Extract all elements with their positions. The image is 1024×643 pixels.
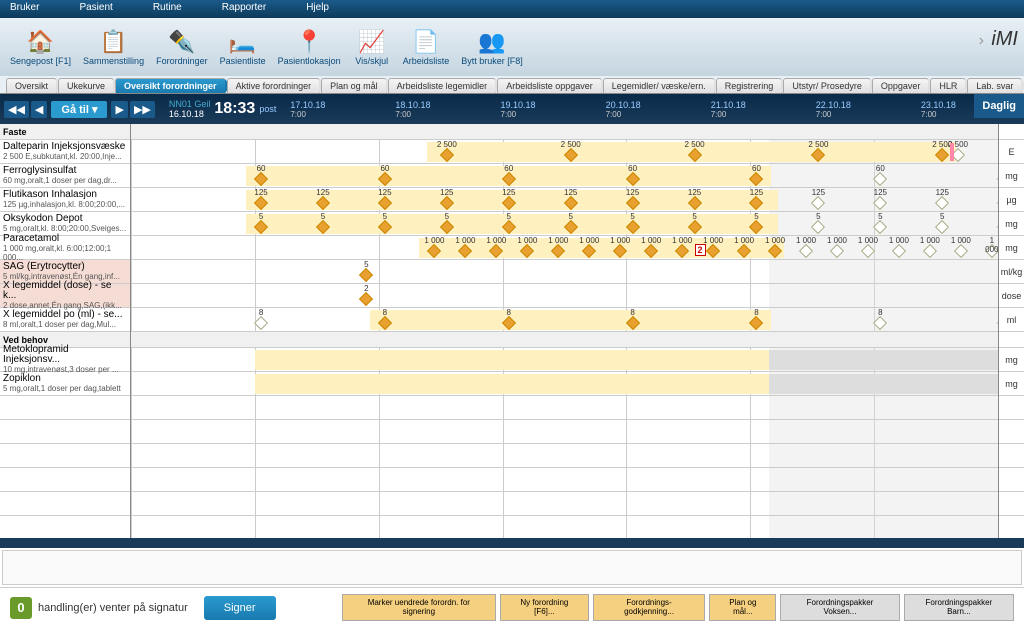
lg-plan[interactable]: Plan og mål... bbox=[709, 594, 776, 622]
med-row[interactable]: Dalteparin Injeksjonsvæske2 500 E,subkut… bbox=[0, 140, 130, 164]
pin-icon: 📍 bbox=[295, 28, 322, 56]
tab-arbeidslistelegemidler[interactable]: Arbeidsliste legemidler bbox=[388, 78, 497, 93]
tab-aktiveforordninger[interactable]: Aktive forordninger bbox=[227, 78, 321, 93]
notes-area[interactable] bbox=[2, 550, 1022, 585]
lg-voksen[interactable]: Forordningspakker Voksen... bbox=[780, 594, 900, 622]
pen-icon: ✒️ bbox=[168, 28, 195, 56]
signature-text: handling(er) venter på signatur bbox=[38, 602, 188, 614]
med-row[interactable]: X legemiddel po (ml) - se...8 ml,oralt,1… bbox=[0, 308, 130, 332]
tb-forordninger[interactable]: ✒️Forordninger bbox=[150, 26, 214, 68]
nav-ffwd[interactable]: ▶▶ bbox=[130, 101, 155, 118]
timeline-row[interactable] bbox=[131, 348, 998, 372]
daglig-tab[interactable]: Daglig bbox=[974, 94, 1024, 118]
unit-cell: E bbox=[999, 140, 1024, 164]
logo-arrow-icon: › bbox=[979, 32, 984, 50]
tab-oversikt[interactable]: Oversikt bbox=[6, 78, 57, 93]
patient-name: NN01 Geil bbox=[169, 99, 211, 109]
timeline-row[interactable]: 8888888 bbox=[131, 308, 998, 332]
unit-cell: mg bbox=[999, 212, 1024, 236]
tab-registrering[interactable]: Registrering bbox=[716, 78, 783, 93]
timeline-column[interactable]: 2 5002 5002 5002 5002 5002 5002 50060606… bbox=[131, 124, 998, 538]
post-label: post bbox=[259, 104, 276, 114]
menu-rutine[interactable]: Rutine bbox=[153, 2, 182, 16]
unit-cell: dose bbox=[999, 284, 1024, 308]
lg-godkj[interactable]: Forordnings-godkjenning... bbox=[593, 594, 706, 622]
tb-pasientlokasjon[interactable]: 📍Pasientlokasjon bbox=[272, 26, 347, 68]
menu-rapporter[interactable]: Rapporter bbox=[222, 2, 266, 16]
tab-planogmaal[interactable]: Plan og mål bbox=[321, 78, 387, 93]
tb-arbeidsliste[interactable]: 📄Arbeidsliste bbox=[397, 26, 456, 68]
med-row[interactable]: Ferroglysinsulfat60 mg,oralt,1 doser per… bbox=[0, 164, 130, 188]
med-row[interactable]: Metoklopramid Injeksjonsv...10 mg,intrav… bbox=[0, 348, 130, 372]
timeline-row[interactable]: 1 0001 0001 0001 0001 0001 0001 0001 000… bbox=[131, 236, 998, 260]
unit-column: Emgµgmgmgml/kgdosemlmgmg bbox=[998, 124, 1024, 538]
unit-cell: mg bbox=[999, 372, 1024, 396]
tb-byttbruker[interactable]: 👥Bytt bruker [F8] bbox=[455, 26, 529, 68]
footer-bar: 0 handling(er) venter på signatur Signer… bbox=[0, 587, 1024, 627]
section-header: Faste bbox=[0, 124, 130, 140]
tb-visskjul[interactable]: 📈Vis/skjul bbox=[347, 26, 397, 68]
app-logo: iMI bbox=[991, 28, 1018, 51]
patient-info: NN01 Geil 16.10.18 bbox=[169, 99, 211, 119]
tb-sammenstilling[interactable]: 📋Sammenstilling bbox=[77, 26, 150, 68]
med-names-column: FasteDalteparin Injeksjonsvæske2 500 E,s… bbox=[0, 124, 131, 538]
signature-count: 0 bbox=[10, 597, 32, 619]
tab-hlr[interactable]: HLR bbox=[930, 78, 966, 93]
med-row[interactable]: Paracetamol1 000 mg,oralt,kl. 6:00;12:00… bbox=[0, 236, 130, 260]
menu-bar: Bruker Pasient Rutine Rapporter Hjelp bbox=[0, 0, 1024, 18]
timeline-row[interactable] bbox=[131, 372, 998, 396]
footer-legend: Marker uendrede forordn. for signering N… bbox=[342, 594, 1014, 622]
tb-pasientliste[interactable]: 🛏️Pasientliste bbox=[214, 26, 272, 68]
goto-button[interactable]: Gå til ▾ bbox=[51, 101, 107, 118]
timeline-row[interactable]: 125125125125125125125125125125125125125 bbox=[131, 188, 998, 212]
clipboard-icon: 📄 bbox=[412, 28, 439, 56]
tab-utstyr[interactable]: Utstyr/ Prosedyre bbox=[783, 78, 871, 93]
bed-icon: 🛏️ bbox=[229, 28, 256, 56]
med-row[interactable]: Flutikason Inhalasjon125 µg,inhalasjon,k… bbox=[0, 188, 130, 212]
timeline-row[interactable]: 2 bbox=[131, 284, 998, 308]
timeline-row[interactable]: 2 5002 5002 5002 5002 5002 5002 500 bbox=[131, 140, 998, 164]
pulse-icon: 📈 bbox=[358, 28, 385, 56]
sign-button[interactable]: Signer bbox=[204, 596, 276, 620]
timeline-row[interactable]: 60606060606060 bbox=[131, 164, 998, 188]
menu-bruker[interactable]: Bruker bbox=[10, 2, 39, 16]
unit-cell: mg bbox=[999, 164, 1024, 188]
nav-fwd[interactable]: ▶ bbox=[111, 101, 127, 118]
toolbar: 🏠Sengepost [F1] 📋Sammenstilling ✒️Forord… bbox=[0, 18, 1024, 76]
timeline-row[interactable]: 5 bbox=[131, 260, 998, 284]
menu-hjelp[interactable]: Hjelp bbox=[306, 2, 329, 16]
nav-back[interactable]: ◀ bbox=[31, 101, 47, 118]
list-icon: 📋 bbox=[100, 28, 127, 56]
timeline-header: ◀◀ ◀ Gå til ▾ ▶ ▶▶ NN01 Geil 16.10.18 18… bbox=[0, 94, 1024, 124]
lg-marker[interactable]: Marker uendrede forordn. for signering bbox=[342, 594, 497, 622]
nav-rewind[interactable]: ◀◀ bbox=[4, 101, 29, 118]
menu-pasient[interactable]: Pasient bbox=[79, 2, 112, 16]
alert-badge[interactable]: 2 bbox=[695, 244, 706, 256]
tab-ukekurve[interactable]: Ukekurve bbox=[58, 78, 114, 93]
bottom-divider bbox=[0, 538, 1024, 548]
timeline-row[interactable]: 5555555555555 bbox=[131, 212, 998, 236]
tab-oppgaver[interactable]: Oppgaver bbox=[872, 78, 930, 93]
unit-cell: ml/kg bbox=[999, 260, 1024, 284]
tab-labsvar[interactable]: Lab. svar bbox=[967, 78, 1022, 93]
tab-arbeidslisteoppgaver[interactable]: Arbeidsliste oppgaver bbox=[497, 78, 602, 93]
tab-oversiktforordninger[interactable]: Oversikt forordninger bbox=[115, 78, 226, 93]
med-row[interactable]: Zopiklon5 mg,oralt,1 doser per dag,table… bbox=[0, 372, 130, 396]
date-axis: 17.10.187:0018.10.187:0019.10.187:0020.1… bbox=[288, 98, 1024, 121]
medication-grid: FasteDalteparin Injeksjonsvæske2 500 E,s… bbox=[0, 124, 1024, 538]
med-row[interactable]: X legemiddel (dose) - se k...2 dose,anne… bbox=[0, 284, 130, 308]
user-swap-icon: 👥 bbox=[478, 28, 505, 56]
tb-sengepost[interactable]: 🏠Sengepost [F1] bbox=[4, 26, 77, 68]
unit-cell: ml bbox=[999, 308, 1024, 332]
home-icon: 🏠 bbox=[27, 28, 54, 56]
tab-legemidler[interactable]: Legemidler/ væske/ern. bbox=[603, 78, 715, 93]
unit-cell: µg bbox=[999, 188, 1024, 212]
current-time: 18:33 bbox=[214, 100, 255, 118]
unit-cell: mg bbox=[999, 236, 1024, 260]
lg-ny[interactable]: Ny forordning [F6]... bbox=[500, 594, 588, 622]
patient-date: 16.10.18 bbox=[169, 109, 211, 119]
tab-strip: Oversikt Ukekurve Oversikt forordninger … bbox=[0, 76, 1024, 94]
lg-barn[interactable]: Forordningspakker Barn... bbox=[904, 594, 1014, 622]
unit-cell: mg bbox=[999, 348, 1024, 372]
